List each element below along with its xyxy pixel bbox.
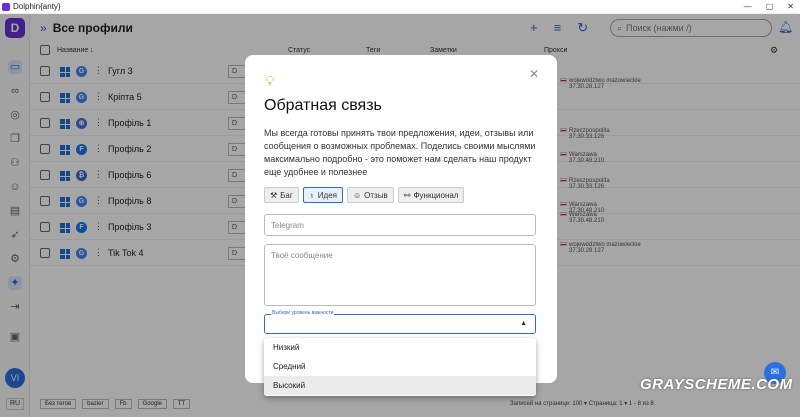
lightbulb-icon: 💡︎ (265, 73, 275, 89)
option-low[interactable]: Низкий (264, 338, 536, 357)
title-bar: Dolphin{anty} — ▢ ✕ (0, 0, 800, 14)
feature-icon: ⚯ (403, 190, 411, 200)
close-icon[interactable]: ✕ (529, 67, 539, 81)
modal-description: Мы всегда готовы принять твои предложени… (264, 128, 536, 177)
importance-select[interactable]: Выбери уровень важности ▲ (264, 310, 536, 334)
close-window-icon[interactable]: ✕ (787, 2, 794, 11)
maximize-icon[interactable]: ▢ (766, 2, 774, 11)
chip-feature[interactable]: ⚯ Функционал (397, 187, 465, 203)
option-high[interactable]: Высокий (264, 376, 536, 395)
idea-chip-icon: ♁ (308, 190, 315, 200)
chip-idea[interactable]: ♁ Идея (302, 187, 343, 203)
message-textarea[interactable]: Твоё сообщение (264, 244, 536, 306)
bug-icon: ⚒ (270, 190, 278, 200)
chip-review[interactable]: ☺ Отзыв (347, 187, 394, 203)
importance-dropdown: Низкий Средний Высокий (264, 338, 536, 396)
option-medium[interactable]: Средний (264, 357, 536, 376)
window-controls: — ▢ ✕ (744, 2, 800, 11)
minimize-icon[interactable]: — (744, 2, 752, 11)
feedback-modal: 💡︎ ✕ Обратная связь Мы всегда готовы при… (245, 55, 557, 383)
modal-title: Обратная связь (264, 97, 382, 114)
feedback-type-chips: ⚒ Баг ♁ Идея ☺ Отзыв ⚯ Функционал (264, 187, 465, 203)
importance-label: Выбери уровень важности (271, 310, 335, 316)
watermark: GRAYSCHEME.COM (640, 376, 793, 393)
telegram-input[interactable]: Telegram (264, 214, 536, 236)
caret-up-icon: ▲ (520, 320, 527, 327)
chip-bug[interactable]: ⚒ Баг (264, 187, 299, 203)
app-title: Dolphin{anty} (13, 2, 61, 11)
app-logo-icon (2, 2, 10, 11)
review-icon: ☺ (353, 190, 362, 200)
